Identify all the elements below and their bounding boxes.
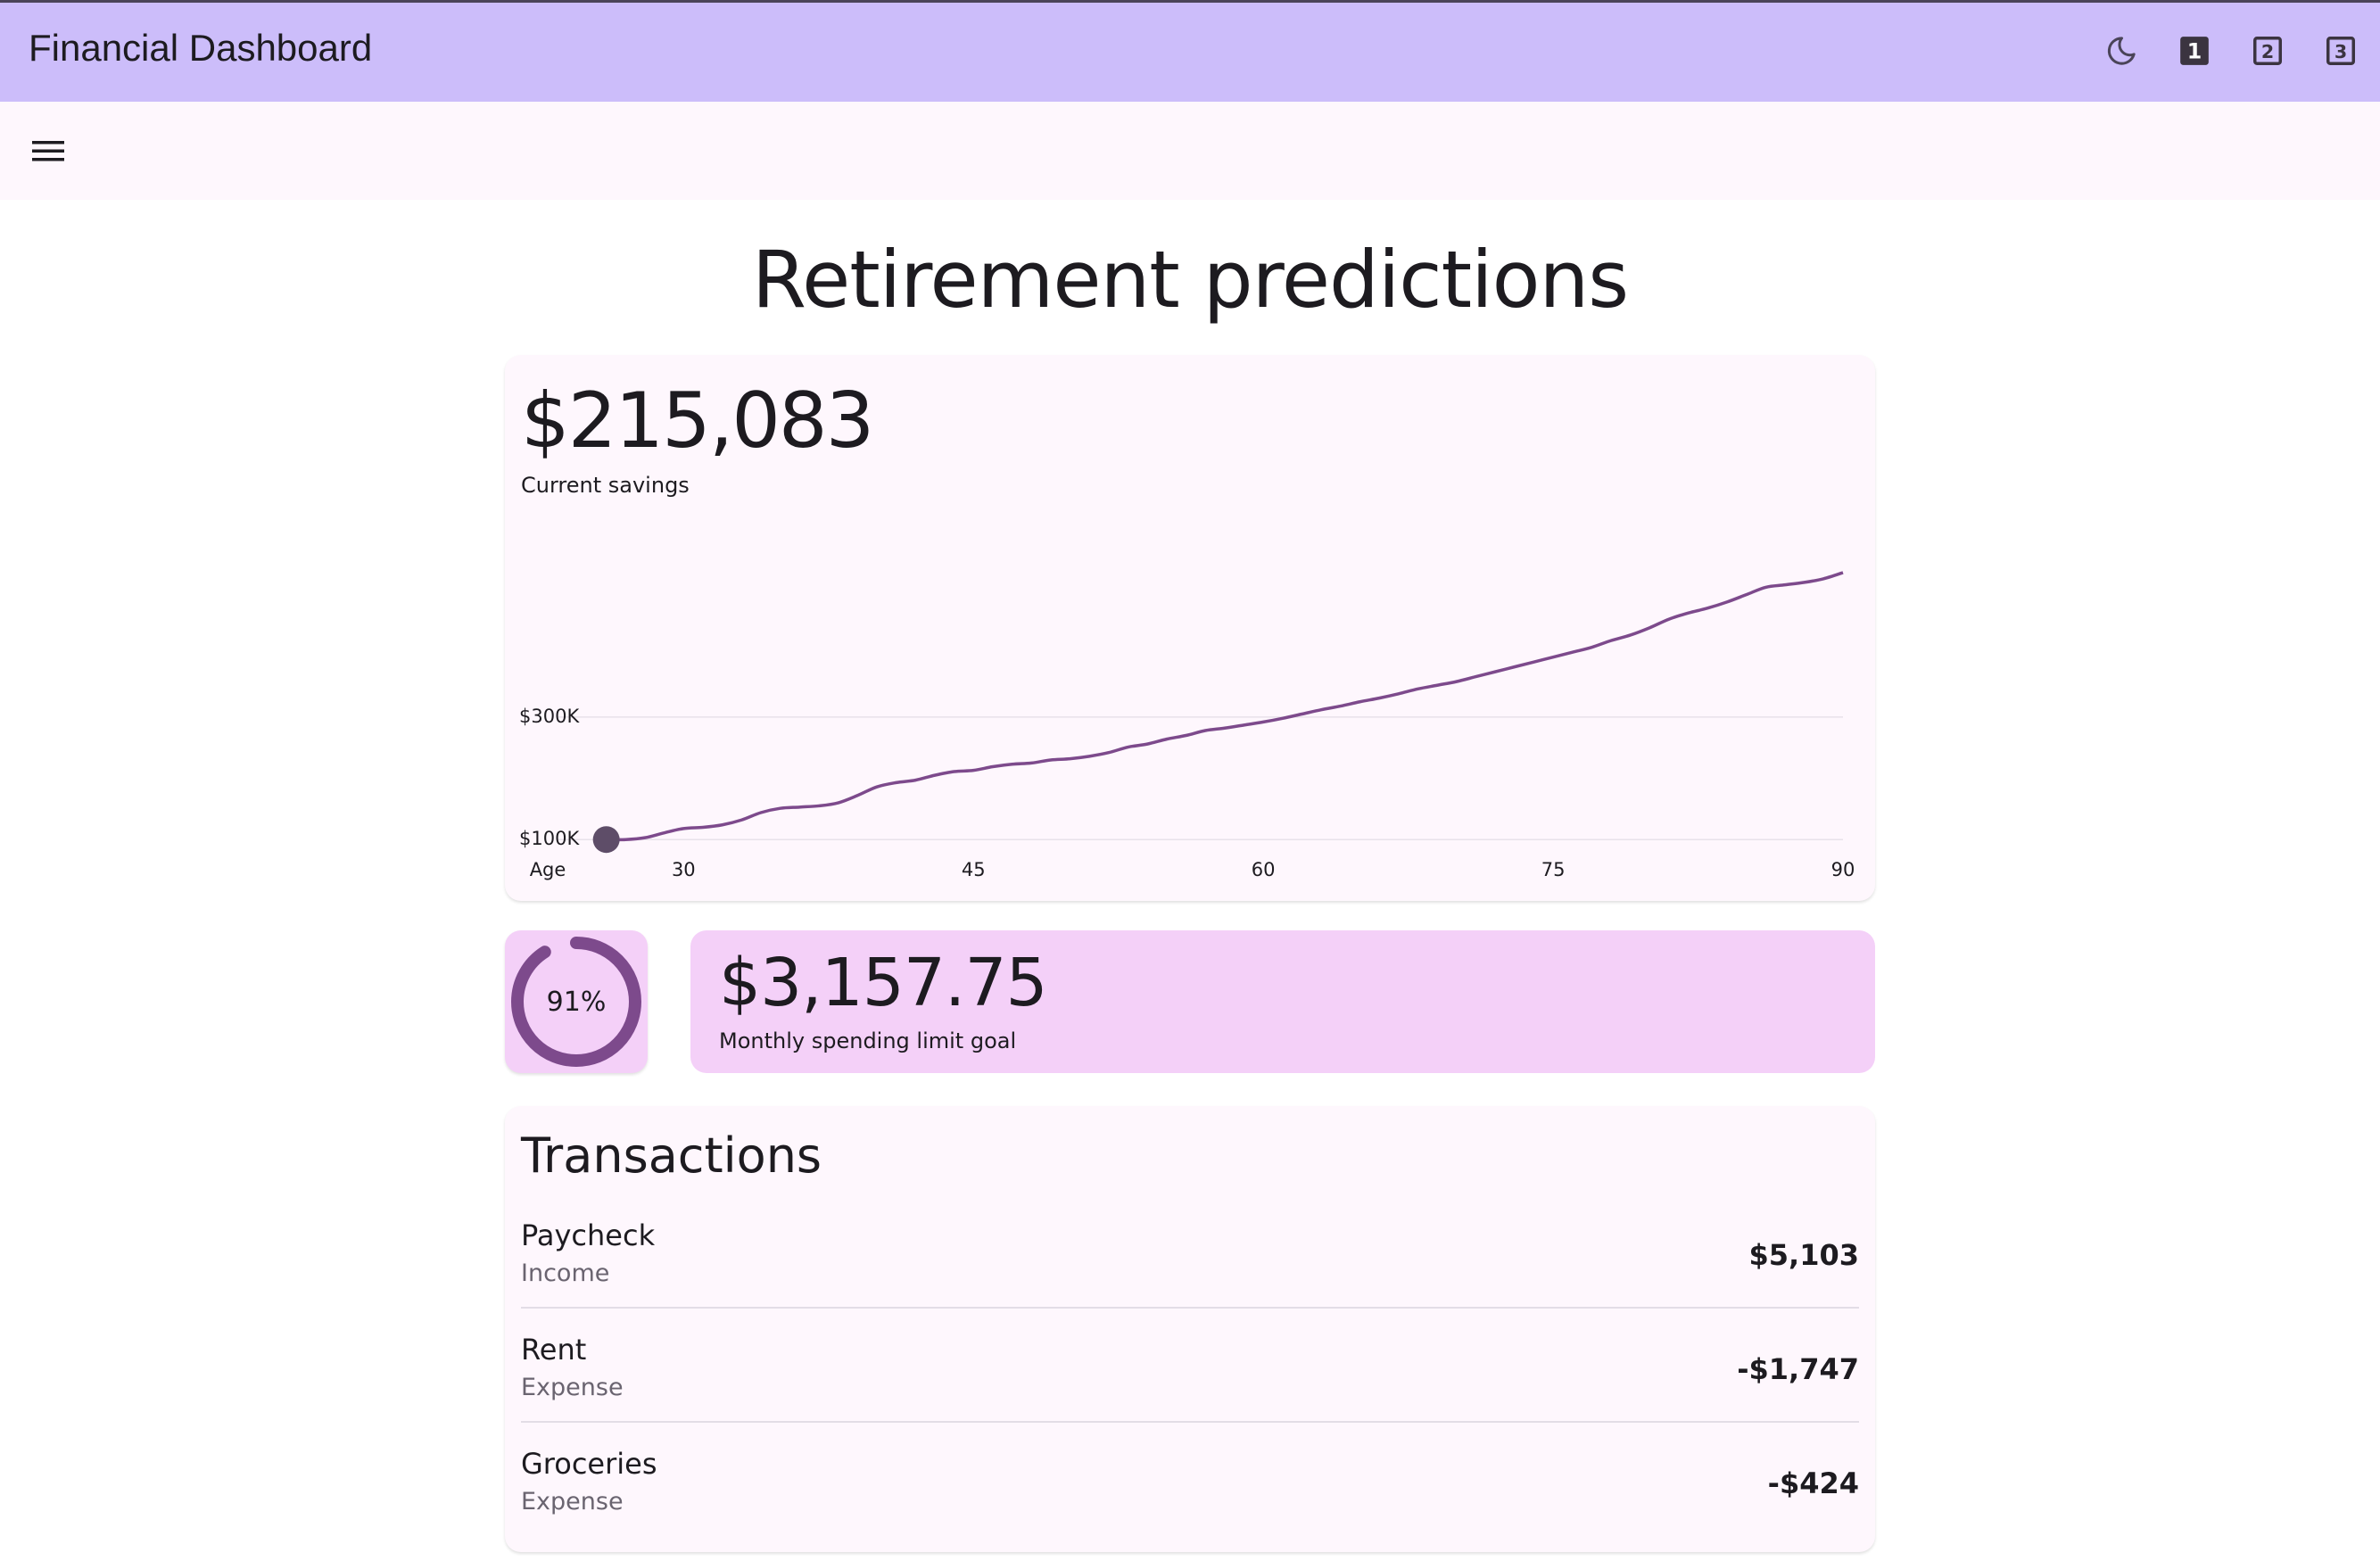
transaction-divider	[521, 1421, 1859, 1423]
y-tick-label: $300K	[519, 706, 580, 727]
transaction-row[interactable]: Groceries Expense -$424	[521, 1447, 1859, 1561]
transactions-card: Transactions Paycheck Income $5,103 Rent…	[505, 1106, 1875, 1552]
app-bar: Financial Dashboard 1 2 3	[0, 0, 2380, 102]
looks-two-label: 2	[2261, 41, 2274, 62]
transaction-name: Rent	[521, 1333, 587, 1367]
looks-two-icon: 2	[2253, 37, 2282, 65]
savings-chart: $100K $300K 30 45 60 75 90 Age	[519, 571, 1855, 880]
menu-button[interactable]	[30, 136, 70, 168]
transaction-row[interactable]: Rent Expense -$1,747	[521, 1333, 1859, 1447]
transactions-title: Transactions	[521, 1127, 822, 1184]
x-tick-label: 45	[962, 859, 986, 880]
looks-one-label: 1	[2187, 39, 2202, 64]
looks-3-icon: 3	[2326, 37, 2355, 65]
transaction-amount: -$1,747	[1737, 1352, 1859, 1386]
chart-point-marker	[592, 826, 620, 854]
spending-goal-label: Monthly spending limit goal	[719, 1028, 1017, 1053]
transaction-amount: -$424	[1767, 1466, 1859, 1500]
looks-3-label: 3	[2335, 41, 2347, 62]
transaction-row[interactable]: Paycheck Income $5,103	[521, 1218, 1859, 1333]
savings-series-line	[606, 571, 1844, 842]
savings-card: $215,083 Current savings $100K $300K 30 45 6…	[505, 355, 1875, 901]
looks-one-icon: 1	[2180, 37, 2209, 65]
x-tick-label: 30	[672, 859, 696, 880]
x-axis-label: Age	[530, 859, 566, 880]
app-title: Financial Dashboard	[29, 27, 373, 69]
x-tick-label: 75	[1541, 859, 1566, 880]
theme-two-button[interactable]: 2	[2250, 33, 2285, 69]
transaction-name: Groceries	[521, 1447, 657, 1481]
dark-mode-button[interactable]	[2103, 33, 2139, 69]
transaction-type: Expense	[521, 1488, 624, 1516]
spending-progress-ring: 91%	[511, 937, 641, 1067]
transaction-name: Paycheck	[521, 1218, 656, 1252]
spending-progress-card: 91%	[505, 930, 648, 1073]
nav-toolbar	[0, 102, 2380, 200]
progress-label: 91%	[547, 987, 607, 1018]
app-bar-actions: 1 2 3	[2103, 33, 2359, 69]
transaction-type: Expense	[521, 1374, 624, 1401]
transaction-amount: $5,103	[1748, 1238, 1859, 1272]
transaction-type: Income	[521, 1260, 610, 1287]
x-tick-label: 60	[1252, 859, 1276, 880]
page-title: Retirement predictions	[751, 234, 1629, 326]
menu-icon	[32, 141, 64, 161]
spending-goal-amount: $3,157.75	[719, 945, 1048, 1021]
theme-one-button[interactable]: 1	[2177, 33, 2212, 69]
y-tick-label: $100K	[519, 828, 580, 849]
x-tick-label: 90	[1831, 859, 1855, 880]
moon-icon	[2107, 37, 2136, 65]
transaction-divider	[521, 1307, 1859, 1309]
theme-three-button[interactable]: 3	[2323, 33, 2359, 69]
spending-goal-card: $3,157.75 Monthly spending limit goal	[690, 930, 1875, 1073]
